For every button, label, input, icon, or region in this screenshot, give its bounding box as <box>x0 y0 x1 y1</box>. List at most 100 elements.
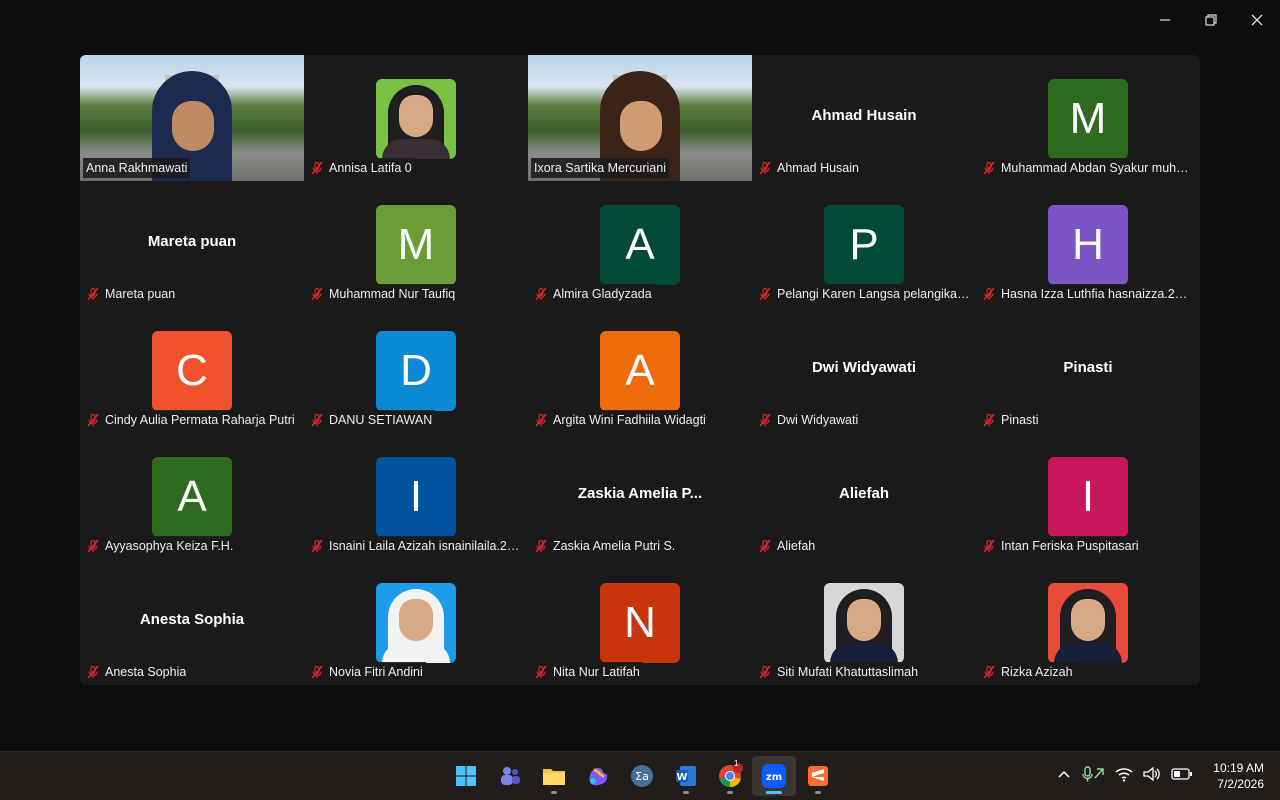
teams-icon[interactable] <box>488 756 532 796</box>
participant-tile[interactable]: A Argita Wini Fadhiila Widagti <box>528 307 752 433</box>
muted-mic-icon <box>310 665 324 679</box>
participant-tile[interactable]: Pinasti Pinasti <box>976 307 1200 433</box>
copilot-icon[interactable] <box>576 756 620 796</box>
participant-name: Pelangi Karen Langsa pelangikarenlangsa <box>777 287 970 301</box>
display-name-large: Anesta Sophia <box>139 611 245 628</box>
participant-tile[interactable]: D DANU SETIAWAN <box>304 307 528 433</box>
clock-date: 7/2/2026 <box>1217 777 1264 791</box>
participant-name-label: Zaskia Amelia Putri S. <box>531 536 679 556</box>
muted-mic-icon <box>534 287 548 301</box>
participant-name-label: Pinasti <box>979 410 1042 430</box>
participant-tile[interactable]: A Ayyasophya Keiza F.H. <box>80 433 304 559</box>
avatar-initial: D <box>376 331 456 411</box>
wifi-icon[interactable] <box>1115 766 1133 787</box>
participant-name: Cindy Aulia Permata Raharja Putri <box>105 413 295 427</box>
participant-tile[interactable]: M Muhammad Abdan Syakur muhammadabdansyak… <box>976 55 1200 181</box>
gallery-view: Anna Rakhmawati Annisa Latifa 0 Ixora Sart… <box>80 55 1200 685</box>
minimize-icon[interactable] <box>1142 8 1188 32</box>
microphone-in-use-icon[interactable] <box>1081 765 1105 787</box>
participant-name: Siti Mufati Khatuttaslimah <box>777 665 919 679</box>
chrome-icon[interactable]: 1 <box>708 756 752 796</box>
volume-icon[interactable] <box>1143 766 1161 787</box>
muted-mic-icon <box>758 161 772 175</box>
muted-mic-icon <box>310 287 324 301</box>
participant-tile[interactable]: Ixora Sartika Mercuriani <box>528 55 752 181</box>
avatar-photo <box>1048 583 1128 663</box>
participant-tile[interactable]: Ahmad Husain Ahmad Husain <box>752 55 976 181</box>
sublime-icon[interactable] <box>796 756 840 796</box>
participant-tile[interactable]: Mareta puan Mareta puan <box>80 181 304 307</box>
participant-name: Muhammad Abdan Syakur muhammadabdansyaku… <box>1001 161 1194 175</box>
participant-tile[interactable]: Siti Mufati Khatuttaslimah <box>752 559 976 685</box>
avatar-initial: M <box>376 205 456 285</box>
participant-name: Zaskia Amelia Putri S. <box>553 539 676 553</box>
file-explorer-icon[interactable] <box>532 756 576 796</box>
participant-tile[interactable]: P Pelangi Karen Langsa pelangikarenlangsa <box>752 181 976 307</box>
muted-mic-icon <box>758 287 772 301</box>
muted-mic-icon <box>86 665 100 679</box>
participant-tile[interactable]: C Cindy Aulia Permata Raharja Putri <box>80 307 304 433</box>
participant-tile[interactable]: N Nita Nur Latifah <box>528 559 752 685</box>
participant-tile[interactable]: Rizka Azizah <box>976 559 1200 685</box>
participant-name: Pinasti <box>1001 413 1039 427</box>
participant-name-label: Ixora Sartika Mercuriani <box>531 158 669 178</box>
participant-tile[interactable]: Aliefah Aliefah <box>752 433 976 559</box>
muted-mic-icon <box>86 539 100 553</box>
participant-name: Ayyasophya Keiza F.H. <box>105 539 234 553</box>
windows-start-icon[interactable] <box>444 756 488 796</box>
participant-tile[interactable]: Zaskia Amelia P... Zaskia Amelia Putri S. <box>528 433 752 559</box>
participant-tile[interactable]: Anesta Sophia Anesta Sophia <box>80 559 304 685</box>
participant-tile[interactable]: Anna Rakhmawati <box>80 55 304 181</box>
word-icon[interactable]: W <box>664 756 708 796</box>
taskbar-apps: Σa W 1 zm <box>444 752 840 800</box>
participant-name: Anesta Sophia <box>105 665 187 679</box>
muted-mic-icon <box>982 161 996 175</box>
participant-name-label: Annisa Latifa 0 <box>307 158 415 178</box>
display-name-large: Pinasti <box>1063 359 1113 376</box>
participant-name: Nita Nur Latifah <box>553 665 640 679</box>
participant-name: Aliefah <box>777 539 816 553</box>
avatar-initial: A <box>600 205 680 285</box>
close-icon[interactable] <box>1234 8 1280 32</box>
participant-name-label: Novia Fitri Andini <box>307 662 426 682</box>
participant-name-label: Argita Wini Fadhiila Widagti <box>531 410 709 430</box>
taskbar: Σa W 1 zm 10:19 AM 7/2/2026 <box>0 751 1280 800</box>
participant-tile[interactable]: Dwi Widyawati Dwi Widyawati <box>752 307 976 433</box>
participant-name-label: Anna Rakhmawati <box>83 158 191 178</box>
muted-mic-icon <box>758 413 772 427</box>
participant-tile[interactable]: I Isnaini Laila Azizah isnainilaila.2023 <box>304 433 528 559</box>
battery-icon[interactable] <box>1171 767 1193 786</box>
participant-name-label: Siti Mufati Khatuttaslimah <box>755 662 922 682</box>
participant-name-label: Intan Feriska Puspitasari <box>979 536 1142 556</box>
calculator-icon[interactable]: Σa <box>620 756 664 796</box>
participant-tile[interactable]: Novia Fitri Andini <box>304 559 528 685</box>
participant-name: Dwi Widyawati <box>777 413 859 427</box>
window-controls <box>1142 8 1280 32</box>
muted-mic-icon <box>982 287 996 301</box>
system-tray: 10:19 AM 7/2/2026 <box>1057 752 1264 800</box>
display-name-large: Mareta puan <box>147 233 237 250</box>
participant-name-label: Cindy Aulia Permata Raharja Putri <box>83 410 298 430</box>
clock-time: 10:19 AM <box>1213 761 1264 775</box>
avatar-initial: N <box>600 583 680 663</box>
restore-icon[interactable] <box>1188 8 1234 32</box>
chevron-up-icon[interactable] <box>1057 767 1071 786</box>
zoom-icon[interactable]: zm <box>752 756 796 796</box>
participant-name: Anna Rakhmawati <box>86 161 188 175</box>
participant-name: Muhammad Nur Taufiq <box>329 287 456 301</box>
participant-name: Argita Wini Fadhiila Widagti <box>553 413 706 427</box>
participant-tile[interactable]: A Almira Gladyzada <box>528 181 752 307</box>
muted-mic-icon <box>310 539 324 553</box>
participant-name: Novia Fitri Andini <box>329 665 423 679</box>
participant-name-label: Hasna Izza Luthfia hasnaizza.2023 <box>979 284 1197 304</box>
participant-tile[interactable]: M Muhammad Nur Taufiq <box>304 181 528 307</box>
svg-text:zm: zm <box>766 772 782 783</box>
participant-tile[interactable]: Annisa Latifa 0 <box>304 55 528 181</box>
participant-tile[interactable]: I Intan Feriska Puspitasari <box>976 433 1200 559</box>
avatar-initial: H <box>1048 205 1128 285</box>
muted-mic-icon <box>982 665 996 679</box>
svg-text:W: W <box>676 772 687 783</box>
display-name-large: Ahmad Husain <box>811 107 917 124</box>
system-clock[interactable]: 10:19 AM 7/2/2026 <box>1213 760 1264 792</box>
participant-tile[interactable]: H Hasna Izza Luthfia hasnaizza.2023 <box>976 181 1200 307</box>
